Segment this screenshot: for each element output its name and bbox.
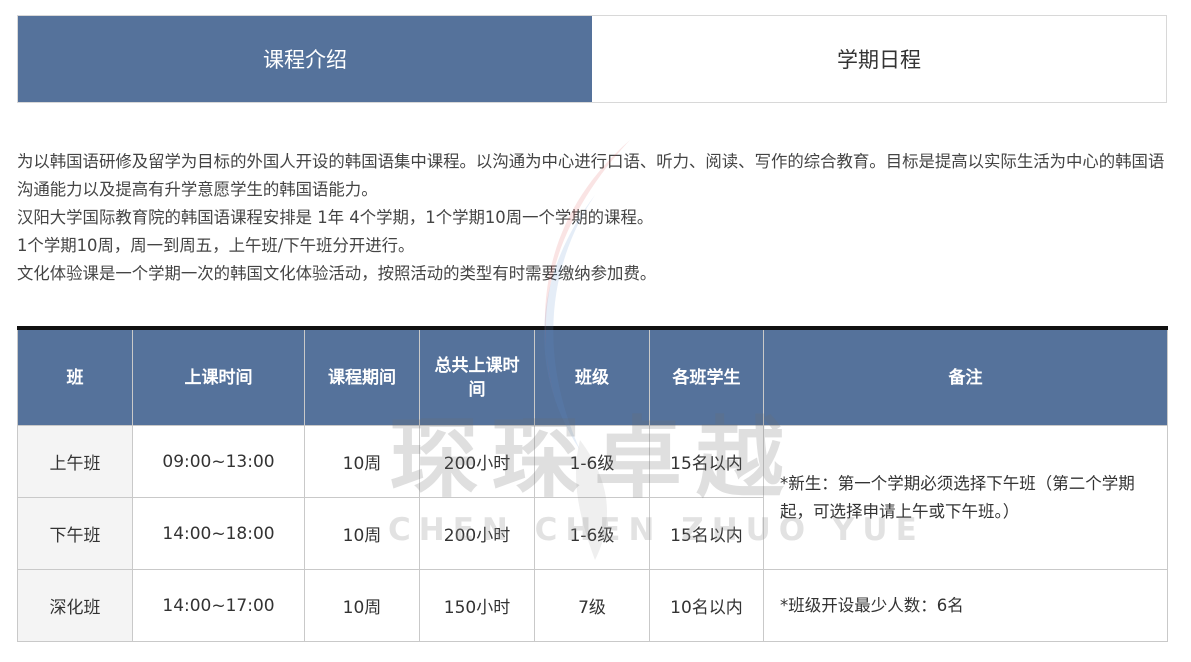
course-table-wrap: 班 上课时间 课程期间 总共上课时间 班级 各班学生 备注 上午班 09:00~…: [17, 326, 1168, 642]
cell-hours: 200小时: [419, 425, 535, 498]
intro-line: 汉阳大学国际教育院的韩国语课程安排是 1年 4个学期，1个学期10周一个学期的课…: [17, 208, 654, 227]
tab-semester-schedule[interactable]: 学期日程: [592, 16, 1166, 102]
header-course-period: 课程期间: [304, 328, 420, 426]
course-intro-text: 为以韩国语研修及留学为目标的外国人开设的韩国语集中课程。以沟通为中心进行口语、听…: [17, 148, 1172, 288]
cell-level: 1-6级: [534, 425, 650, 498]
cell-period: 10周: [304, 425, 420, 498]
cell-time: 14:00~17:00: [132, 569, 305, 642]
table-row: 上午班 09:00~13:00 10周 200小时 1-6级 15名以内 *新生…: [17, 425, 1168, 570]
cell-class: 下午班: [17, 497, 133, 570]
table-header-row: 班 上课时间 课程期间 总共上课时间 班级 各班学生 备注: [17, 328, 1168, 426]
table-row: 深化班 14:00~17:00 10周 150小时 7级 10名以内 *班级开设…: [17, 569, 1168, 642]
header-total-hours: 总共上课时间: [419, 328, 535, 426]
cell-level: 1-6级: [534, 497, 650, 570]
page: 课程介绍 学期日程 为以韩国语研修及留学为目标的外国人开设的韩国语集中课程。以沟…: [0, 0, 1191, 662]
cell-hours: 150小时: [419, 569, 535, 642]
intro-line: 1个学期10周，周一到周五，上午班/下午班分开进行。: [17, 236, 415, 255]
cell-note: *新生：第一个学期必须选择下午班（第二个学期起，可选择申请上午或下午班。）: [763, 425, 1168, 570]
header-students-per-class: 各班学生: [649, 328, 764, 426]
cell-period: 10周: [304, 497, 420, 570]
tab-bar: 课程介绍 学期日程: [17, 15, 1167, 103]
cell-class: 上午班: [17, 425, 133, 498]
cell-class: 深化班: [17, 569, 133, 642]
cell-period: 10周: [304, 569, 420, 642]
cell-students: 15名以内: [649, 425, 764, 498]
cell-students: 10名以内: [649, 569, 764, 642]
cell-note: *班级开设最少人数：6名: [763, 569, 1168, 642]
intro-line: 为以韩国语研修及留学为目标的外国人开设的韩国语集中课程。以沟通为中心进行口语、听…: [17, 152, 1165, 199]
header-class-time: 上课时间: [132, 328, 305, 426]
course-table: 班 上课时间 课程期间 总共上课时间 班级 各班学生 备注 上午班 09:00~…: [17, 326, 1168, 642]
header-notes: 备注: [763, 328, 1168, 426]
cell-students: 15名以内: [649, 497, 764, 570]
header-class: 班: [17, 328, 133, 426]
tab-course-intro[interactable]: 课程介绍: [18, 16, 592, 102]
header-level: 班级: [534, 328, 650, 426]
cell-time: 14:00~18:00: [132, 497, 305, 570]
cell-level: 7级: [534, 569, 650, 642]
cell-hours: 200小时: [419, 497, 535, 570]
cell-time: 09:00~13:00: [132, 425, 305, 498]
intro-line: 文化体验课是一个学期一次的韩国文化体验活动，按照活动的类型有时需要缴纳参加费。: [17, 264, 657, 283]
